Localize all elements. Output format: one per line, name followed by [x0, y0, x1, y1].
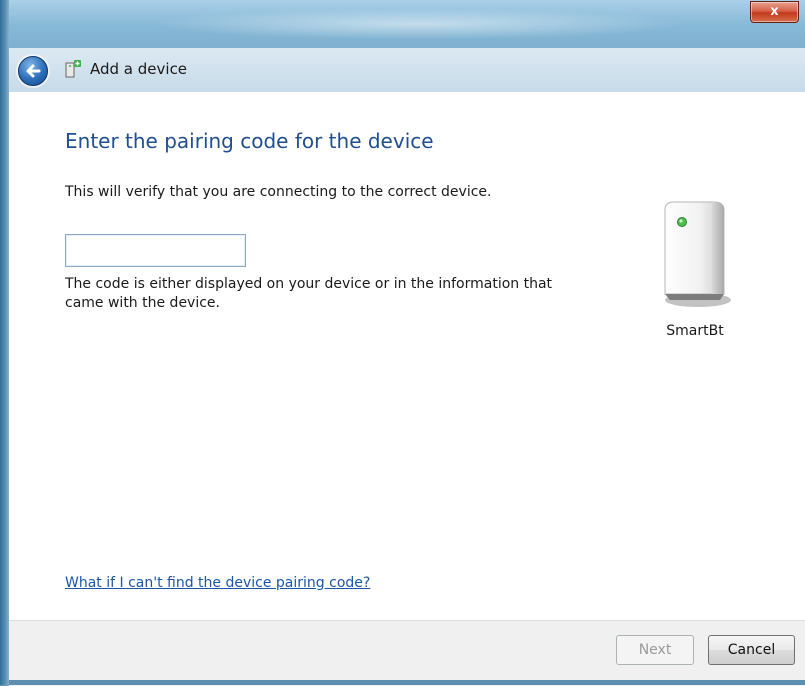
window-title: Add a device — [90, 60, 188, 78]
device-tower-icon — [664, 201, 731, 307]
window-frame-edge — [0, 0, 9, 685]
back-arrow-icon — [26, 64, 41, 78]
next-button[interactable]: Next — [616, 635, 694, 665]
pairing-code-help-link[interactable]: What if I can't find the device pairing … — [65, 575, 370, 591]
page-heading: Enter the pairing code for the device — [65, 129, 434, 153]
device-name-label: SmartBt — [666, 323, 724, 339]
cancel-button[interactable]: Cancel — [708, 635, 795, 665]
add-device-icon — [65, 60, 81, 78]
page-description: This will verify that you are connecting… — [65, 184, 492, 200]
dialog-content — [9, 92, 805, 620]
pairing-code-hint: The code is either displayed on your dev… — [65, 276, 553, 311]
pairing-code-input[interactable] — [65, 234, 246, 267]
close-button[interactable]: x — [750, 1, 799, 23]
back-button[interactable] — [18, 56, 48, 86]
window-bottom-edge — [9, 680, 805, 685]
title-bar[interactable] — [0, 0, 805, 48]
